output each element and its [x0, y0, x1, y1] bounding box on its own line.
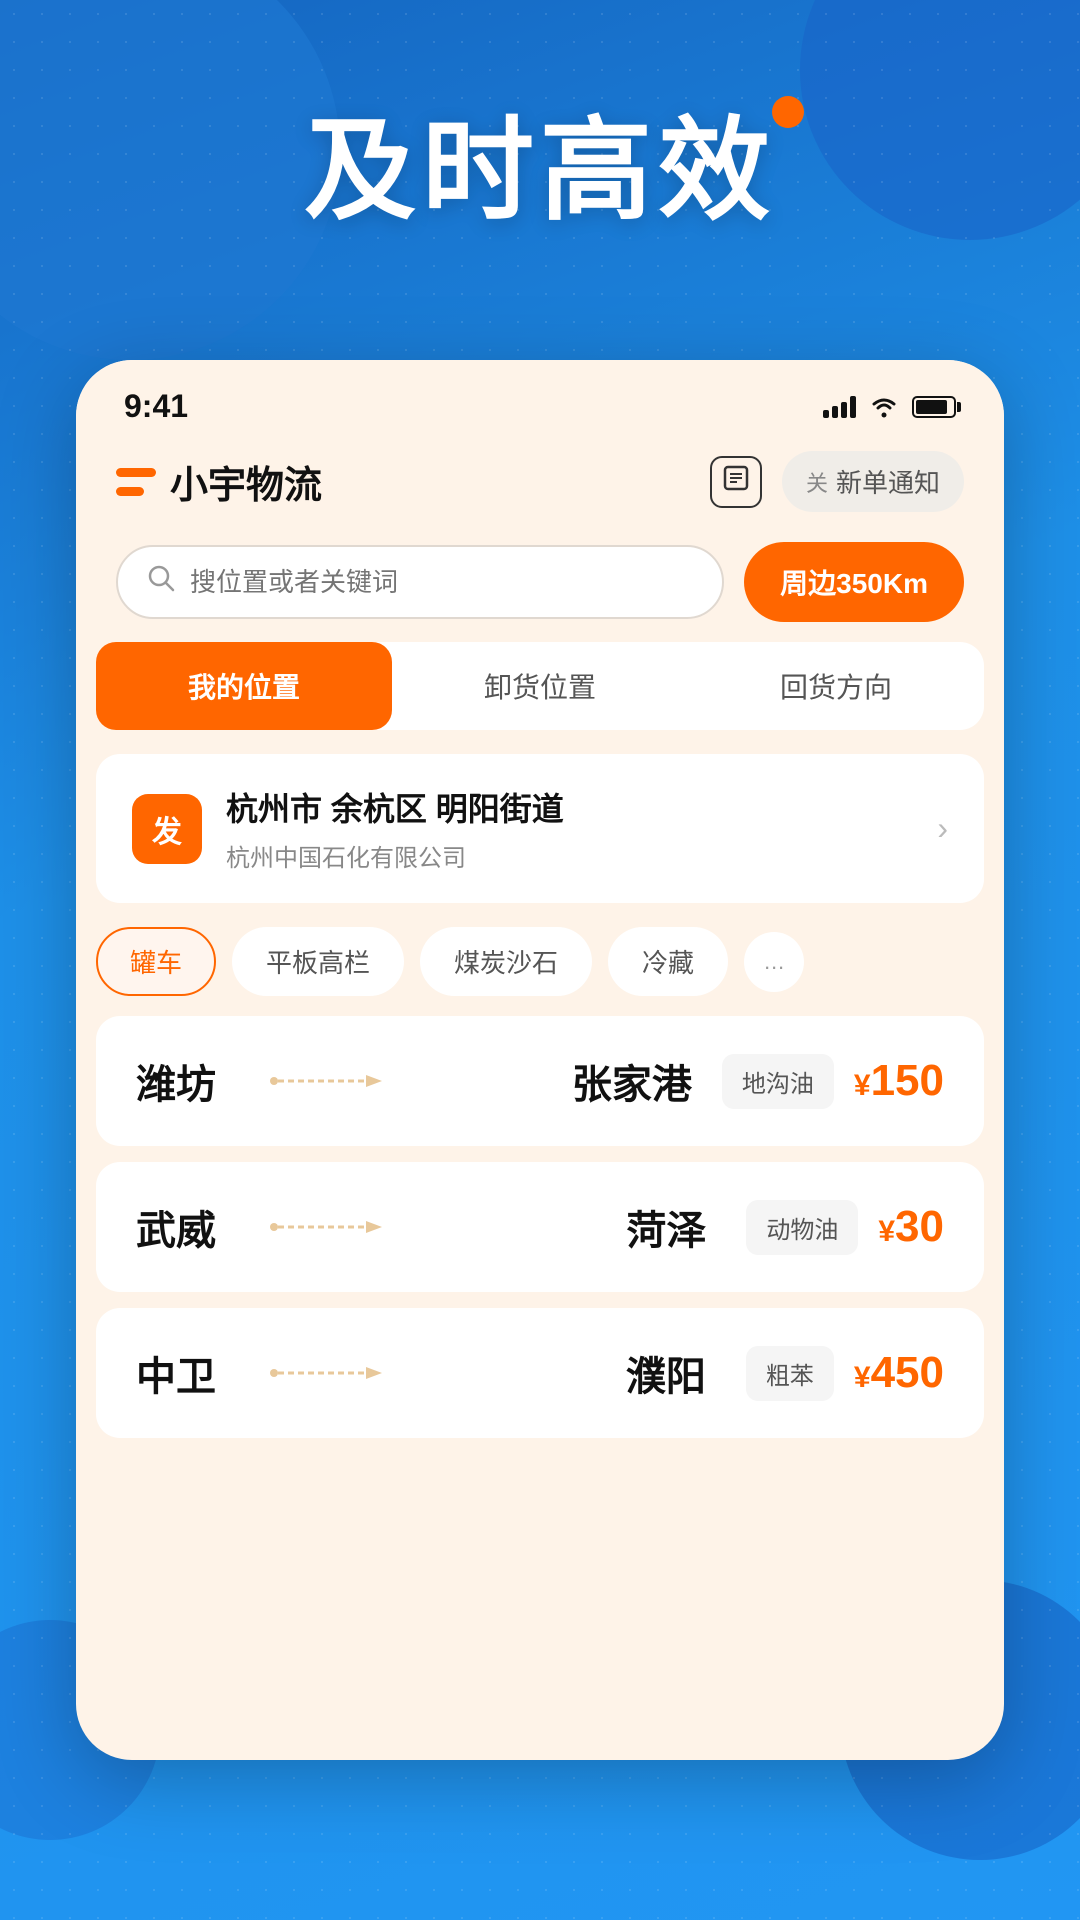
freight-1-arrow	[256, 1069, 552, 1093]
filter-more-button[interactable]: …	[744, 932, 804, 992]
tab-return-direction[interactable]: 回货方向	[688, 642, 984, 730]
chevron-right-icon: ›	[937, 810, 948, 847]
logo-icon	[116, 468, 156, 496]
freight-3-cargo: 粗苯	[746, 1346, 834, 1401]
departure-badge-label: 发	[152, 807, 182, 851]
location-sub-text: 杭州中国石化有限公司	[226, 838, 913, 873]
freight-2-dest: 菏泽	[616, 1198, 716, 1256]
app-header: 小宇物流 关 新单通知	[76, 441, 1004, 532]
search-bar[interactable]	[116, 545, 724, 619]
doc-icon-button[interactable]	[710, 456, 762, 508]
freight-1-cargo: 地沟油	[722, 1054, 834, 1109]
freight-2-arrow	[256, 1215, 596, 1239]
freight-3-price: ¥450	[854, 1348, 944, 1398]
tab-unload-location[interactable]: 卸货位置	[392, 642, 688, 730]
wifi-icon	[868, 395, 900, 419]
tab-my-location[interactable]: 我的位置	[96, 642, 392, 730]
departure-badge: 发	[132, 794, 202, 864]
status-icons	[823, 395, 956, 419]
hero-title: 及时高效	[304, 80, 776, 242]
hero-title-text: 及时高效	[304, 108, 776, 233]
search-icon	[146, 563, 176, 601]
price-symbol: ¥	[854, 1069, 871, 1102]
nearby-button[interactable]: 周边350Km	[744, 542, 964, 622]
search-section: 周边350Km	[76, 532, 1004, 642]
freight-1-price: ¥¥150150	[854, 1056, 944, 1106]
freight-list: 潍坊 张家港 地沟油 ¥¥150150 武威	[76, 1016, 1004, 1438]
freight-3-dest: 濮阳	[616, 1344, 716, 1402]
location-info: 杭州市 余杭区 明阳街道 杭州中国石化有限公司	[226, 784, 913, 873]
doc-icon	[723, 465, 749, 498]
freight-3-origin: 中卫	[136, 1344, 236, 1402]
app-name: 小宇物流	[170, 454, 710, 509]
notification-close-icon: 关	[806, 466, 828, 498]
orange-dot-decoration	[772, 96, 804, 128]
freight-3-arrow	[256, 1361, 596, 1385]
location-main-text: 杭州市 余杭区 明阳街道	[226, 784, 913, 830]
status-bar: 9:41	[76, 360, 1004, 441]
filter-chip-refrigerated[interactable]: 冷藏	[608, 927, 728, 996]
location-card[interactable]: 发 杭州市 余杭区 明阳街道 杭州中国石化有限公司 ›	[96, 754, 984, 903]
freight-card-1[interactable]: 潍坊 张家港 地沟油 ¥¥150150	[96, 1016, 984, 1146]
notification-button[interactable]: 关 新单通知	[782, 451, 964, 512]
phone-mockup-card: 9:41 小宇物流	[76, 360, 1004, 1760]
freight-1-dest: 张家港	[572, 1052, 692, 1110]
battery-icon	[912, 396, 956, 418]
freight-card-3[interactable]: 中卫 濮阳 粗苯 ¥450	[96, 1308, 984, 1438]
header-actions: 关 新单通知	[710, 451, 964, 512]
freight-2-origin: 武威	[136, 1198, 236, 1256]
filter-section: 罐车 平板高栏 煤炭沙石 冷藏 …	[76, 927, 1004, 1016]
tab-bar: 我的位置 卸货位置 回货方向	[96, 642, 984, 730]
freight-2-cargo: 动物油	[746, 1200, 858, 1255]
signal-icon	[823, 396, 856, 418]
price-symbol-3: ¥	[854, 1361, 871, 1394]
filter-chip-coal[interactable]: 煤炭沙石	[420, 927, 592, 996]
filter-chip-flatbed[interactable]: 平板高栏	[232, 927, 404, 996]
freight-2-price: ¥30	[878, 1202, 944, 1252]
status-time: 9:41	[124, 388, 188, 425]
price-symbol-2: ¥	[878, 1215, 895, 1248]
filter-chip-tank[interactable]: 罐车	[96, 927, 216, 996]
freight-card-2[interactable]: 武威 菏泽 动物油 ¥30	[96, 1162, 984, 1292]
notification-label: 新单通知	[836, 463, 940, 500]
hero-section: 及时高效	[0, 80, 1080, 242]
freight-1-origin: 潍坊	[136, 1052, 236, 1110]
search-input[interactable]	[190, 567, 694, 598]
